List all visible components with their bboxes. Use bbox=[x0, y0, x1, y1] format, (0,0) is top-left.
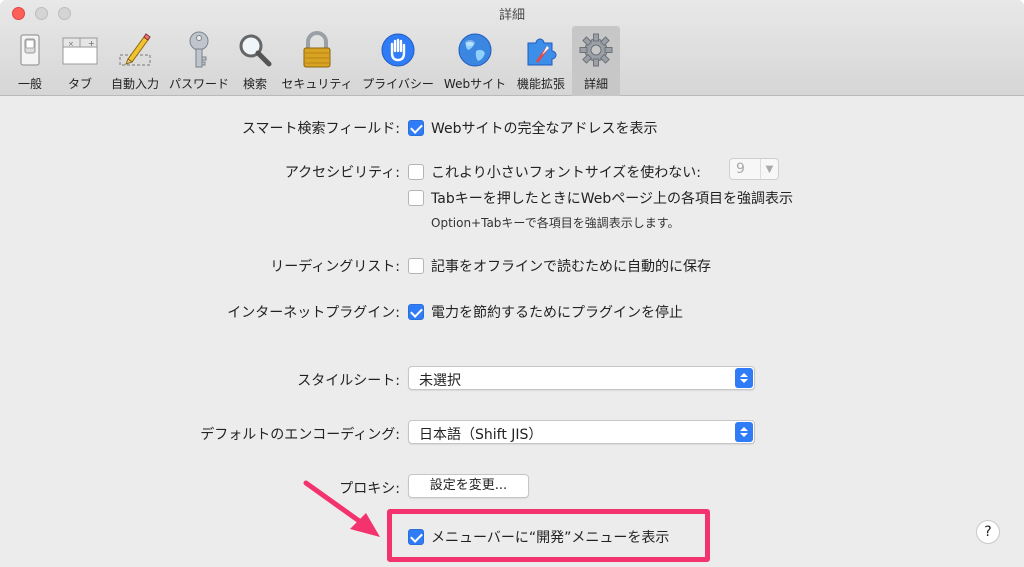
annotation-arrow-icon bbox=[303, 480, 380, 537]
lock-icon bbox=[297, 30, 337, 70]
advanced-settings-panel: スマート検索フィールド: Webサイトの完全なアドレスを表示 アクセシビリティ:… bbox=[0, 97, 1024, 567]
tab-autofill[interactable]: 自動入力 bbox=[104, 26, 166, 96]
toolbar: 詳細 一般 × + タブ 自動入力 パスワード 検索 セキュリティ プライバシー… bbox=[0, 0, 1024, 96]
reading-list-label: リーディングリスト: bbox=[270, 259, 400, 275]
svg-text:+: + bbox=[88, 39, 95, 48]
tab-privacy[interactable]: プライバシー bbox=[356, 26, 440, 96]
min-font-size-value: 9 bbox=[736, 161, 745, 177]
window-title: 詳細 bbox=[498, 8, 525, 23]
plugins-label: インターネットプラグイン: bbox=[227, 305, 400, 321]
switch-icon bbox=[10, 30, 50, 70]
min-font-size-select[interactable]: 9 ▼ bbox=[729, 158, 779, 180]
stop-plugins-checkbox[interactable] bbox=[408, 304, 424, 320]
smart-search-label: スマート検索フィールド: bbox=[241, 121, 400, 137]
change-proxy-settings-button[interactable]: 設定を変更... bbox=[408, 474, 529, 498]
tab-tabs[interactable]: × + タブ bbox=[56, 26, 104, 96]
full-address-checkbox[interactable] bbox=[408, 120, 424, 136]
puzzle-icon bbox=[521, 30, 561, 70]
globe-icon bbox=[455, 30, 495, 70]
accessibility-label: アクセシビリティ: bbox=[284, 165, 400, 181]
save-offline-checkbox[interactable] bbox=[408, 258, 424, 274]
tab-security[interactable]: セキュリティ bbox=[278, 26, 356, 96]
key-icon bbox=[179, 30, 219, 70]
magnifier-icon bbox=[235, 30, 275, 70]
select-arrows-icon bbox=[735, 422, 753, 442]
svg-text:×: × bbox=[68, 40, 74, 48]
select-arrows-icon bbox=[735, 368, 753, 388]
tab-highlight-option-text: Tabキーを押したときにWebページ上の各項目を強調表示 bbox=[431, 191, 793, 207]
tab-general[interactable]: 一般 bbox=[4, 26, 56, 96]
encoding-label: デフォルトのエンコーディング: bbox=[200, 427, 400, 443]
help-button[interactable]: ? bbox=[976, 520, 1000, 544]
stop-plugins-option-text: 電力を節約するためにプラグインを停止 bbox=[431, 305, 683, 321]
tab-extensions[interactable]: 機能拡張 bbox=[510, 26, 572, 96]
preference-tabs: 一般 × + タブ 自動入力 パスワード 検索 セキュリティ プライバシー We… bbox=[4, 26, 620, 96]
tabs-icon: × + bbox=[60, 30, 100, 70]
full-address-option-text: Webサイトの完全なアドレスを表示 bbox=[431, 121, 658, 137]
min-font-size-option-text: これより小さいフォントサイズを使わない: bbox=[431, 165, 702, 181]
gear-icon bbox=[576, 30, 616, 70]
stylesheet-value: 未選択 bbox=[419, 373, 461, 389]
annotation-highlight-box bbox=[387, 509, 710, 562]
chevron-down-icon: ▼ bbox=[760, 159, 778, 179]
tab-passwords[interactable]: パスワード bbox=[166, 26, 232, 96]
encoding-select[interactable]: 日本語（Shift JIS） bbox=[408, 420, 755, 444]
tab-highlight-note: Option+Tabキーで各項目を強調表示します。 bbox=[431, 216, 680, 230]
pencil-icon bbox=[115, 30, 155, 70]
min-font-size-checkbox[interactable] bbox=[408, 164, 424, 180]
hand-icon bbox=[378, 30, 418, 70]
save-offline-option-text: 記事をオフラインで読むために自動的に保存 bbox=[431, 259, 711, 275]
tab-advanced[interactable]: 詳細 bbox=[572, 26, 620, 96]
tab-websites[interactable]: Webサイト bbox=[440, 26, 510, 96]
tab-search[interactable]: 検索 bbox=[232, 26, 278, 96]
tab-highlight-checkbox[interactable] bbox=[408, 190, 424, 206]
stylesheet-select[interactable]: 未選択 bbox=[408, 366, 755, 390]
stylesheet-label: スタイルシート: bbox=[297, 373, 400, 389]
encoding-value: 日本語（Shift JIS） bbox=[419, 427, 543, 443]
preferences-window: 詳細 一般 × + タブ 自動入力 パスワード 検索 セキュリティ プライバシー… bbox=[0, 0, 1024, 567]
